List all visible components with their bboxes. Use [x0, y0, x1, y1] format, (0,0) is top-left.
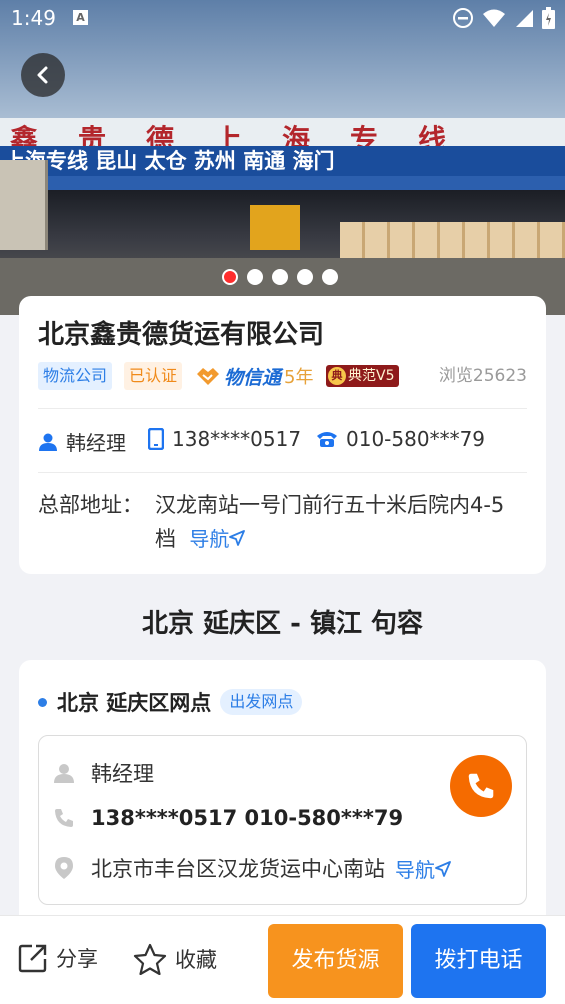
divider: [38, 408, 527, 409]
location-pin-icon: [55, 857, 73, 879]
contact-name: 韩经理: [66, 431, 126, 455]
bullet-icon: [38, 697, 47, 707]
call-button[interactable]: [450, 755, 512, 817]
branch-contact-name: 韩经理: [91, 762, 154, 786]
view-count: 浏览25623: [438, 366, 527, 386]
divider: [38, 472, 527, 473]
dianfan-mark-icon: 典: [328, 367, 346, 385]
verified-tag: 已认证: [124, 362, 183, 390]
navigation-arrow-icon: [229, 530, 246, 546]
branch-address-row: 北京市丰台区汉龙货运中心南站 导航: [53, 853, 451, 883]
favorite-button[interactable]: 收藏: [133, 943, 217, 975]
hero-banner[interactable]: 鑫贵德上海专线 上海专线 昆山 太仓 苏州 南通 海门: [0, 0, 565, 315]
carousel-indicator: [222, 269, 338, 285]
phone-icon: [55, 809, 73, 827]
branch-phone-row[interactable]: 138****0517 010-580***79: [53, 806, 403, 830]
carousel-dot[interactable]: [297, 269, 313, 285]
mobile-icon: [148, 428, 164, 450]
bottom-action-bar: 分享 收藏 发布货源 拨打电话: [0, 915, 565, 1004]
status-time: 1:49: [11, 6, 56, 30]
telephone-icon: [317, 432, 337, 447]
banner-sign-band: 上海专线 昆山 太仓 苏州 南通 海门: [0, 146, 565, 176]
wuxintong-badge: 物信通 5年: [195, 362, 313, 390]
mobile-text: 138****0517: [172, 427, 302, 451]
address-label: 总部地址：: [38, 493, 143, 517]
chevron-left-icon: [37, 66, 48, 84]
contact-row: 韩经理 138****0517 010-580***79: [38, 427, 527, 457]
address-text: 汉龙南站一号门前行五十米后院内4-5档 导航: [155, 493, 505, 551]
carousel-dot[interactable]: [222, 269, 238, 285]
company-name: 北京鑫贵德货运有限公司: [38, 320, 325, 350]
landline-text: 010-580***79: [346, 427, 486, 451]
publish-cargo-button[interactable]: 发布货源: [268, 924, 403, 998]
dial-phone-button[interactable]: 拨打电话: [411, 924, 546, 998]
branch-phones: 138****0517 010-580***79: [91, 806, 404, 830]
share-icon: [18, 944, 47, 973]
status-icons: [452, 7, 555, 29]
dianfan-label: 典范V5: [348, 368, 395, 384]
star-icon: [133, 943, 167, 975]
share-button[interactable]: 分享: [18, 943, 98, 973]
company-type-tag: 物流公司: [38, 362, 113, 390]
branch-card: 北京 延庆区网点 出发网点 韩经理 138****0517 010-580***…: [19, 660, 546, 930]
wuxintong-years: 5年: [284, 367, 314, 388]
banner-sign-sub: [0, 176, 565, 190]
company-card: 北京鑫贵德货运有限公司 物流公司 已认证 物信通 5年 典 典范V5 浏览256…: [19, 296, 546, 574]
branch-navigate-link[interactable]: 导航: [395, 854, 451, 883]
branch-contact-row: 韩经理: [53, 758, 154, 788]
contact-person: 韩经理: [38, 427, 126, 456]
branch-name: 北京 延庆区网点: [57, 691, 212, 715]
landline-number[interactable]: 010-580***79: [316, 427, 485, 451]
wifi-icon: [483, 9, 505, 27]
departure-tag: 出发网点: [220, 689, 303, 715]
wuxintong-label: 物信通: [224, 366, 282, 389]
company-tags: 物流公司 已认证 物信通 5年 典 典范V5 浏览25623: [38, 362, 527, 390]
banner-sign-top: 鑫贵德上海专线: [0, 118, 565, 156]
favorite-label: 收藏: [175, 948, 217, 972]
handshake-icon: [197, 368, 219, 385]
navigation-arrow-icon: [435, 860, 451, 877]
dianfan-badge: 典 典范V5: [326, 365, 400, 387]
mobile-number[interactable]: 138****0517: [148, 427, 301, 451]
person-icon: [54, 764, 74, 783]
route-title: 北京 延庆区 - 镇江 句容: [142, 609, 423, 639]
branch-header: 北京 延庆区网点 出发网点: [38, 687, 303, 717]
battery-icon: [542, 7, 555, 29]
carousel-dot[interactable]: [247, 269, 263, 285]
banner-forklift: [250, 205, 300, 250]
phone-icon: [468, 773, 494, 799]
notification-icon: A: [73, 10, 88, 25]
status-bar: 1:49 A: [0, 0, 565, 38]
banner-truck: [0, 160, 48, 250]
signal-icon: [516, 10, 533, 27]
person-icon: [39, 433, 57, 451]
branch-address: 北京市丰台区汉龙货运中心南站: [91, 857, 385, 881]
carousel-dot[interactable]: [322, 269, 338, 285]
dnd-icon: [453, 8, 473, 28]
navigate-link[interactable]: 导航: [189, 527, 246, 551]
banner-goods: [340, 222, 565, 258]
share-label: 分享: [56, 947, 98, 971]
back-button[interactable]: [21, 53, 65, 97]
branch-contact-box: 韩经理 138****0517 010-580***79 北京市丰台区汉龙货运中…: [38, 735, 527, 905]
carousel-dot[interactable]: [272, 269, 288, 285]
